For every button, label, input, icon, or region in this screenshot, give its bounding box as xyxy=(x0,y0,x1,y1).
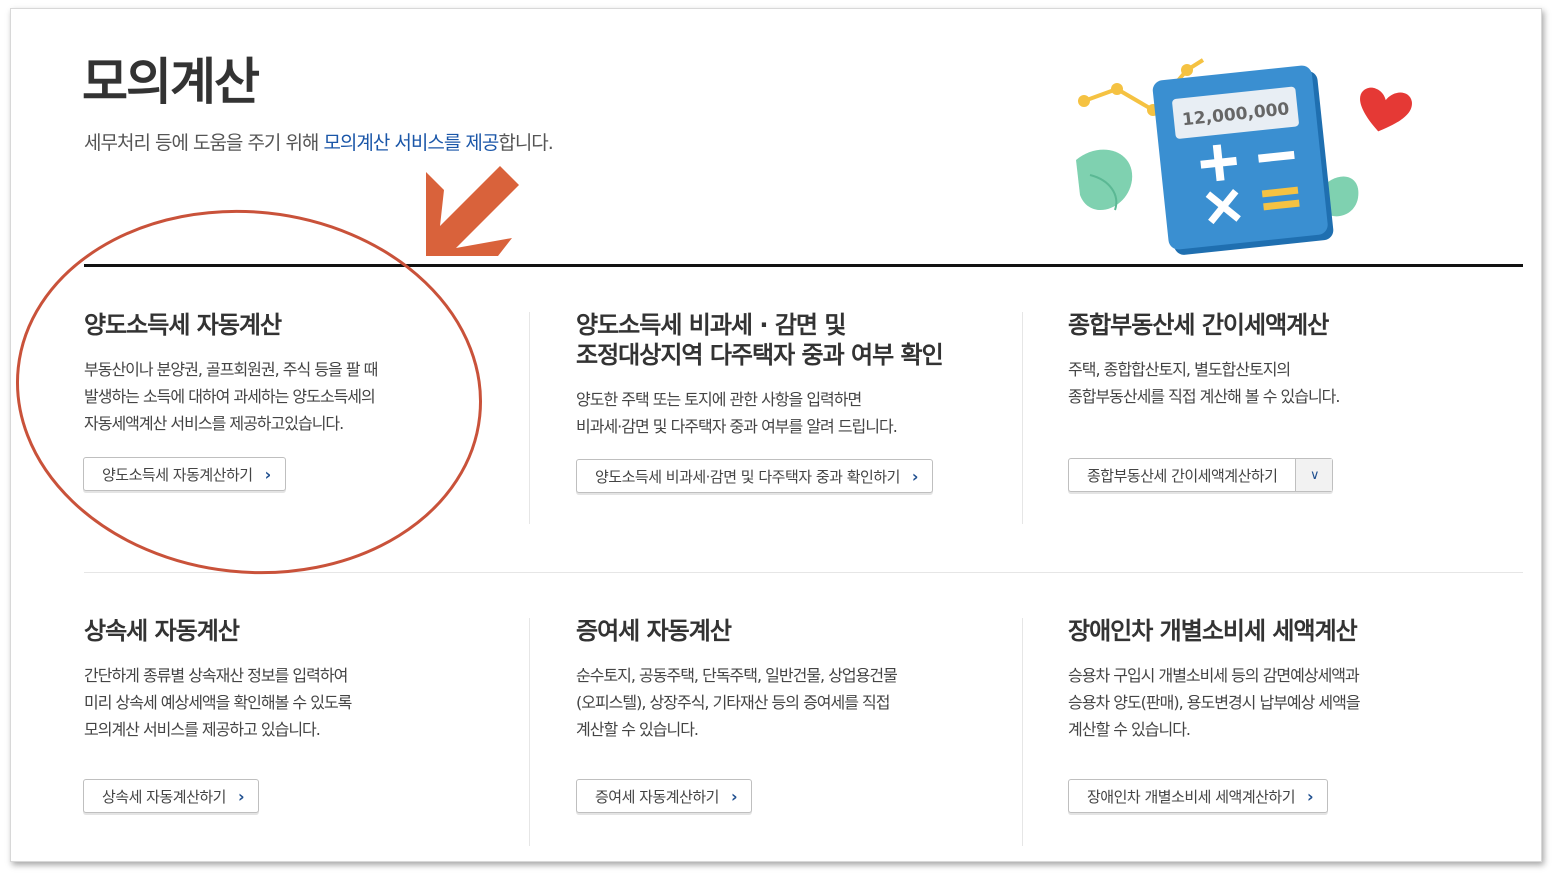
chevron-right-icon: › xyxy=(1307,786,1314,806)
real-estate-tax-calc-button[interactable]: 종합부동산세 간이세액계산하기 ∨ xyxy=(1068,458,1334,492)
card-comprehensive-real-estate-tax: 종합부동산세 간이세액계산 주택, 종합합산토지, 별도합산토지의 종합부동산세… xyxy=(1068,310,1488,410)
card-title: 장애인차 개별소비세 세액계산 xyxy=(1068,617,1358,645)
card-inheritance-tax: 상속세 자동계산 간단하게 종류별 상속재산 정보를 입력하여 미리 상속세 예… xyxy=(84,616,504,743)
chevron-right-icon: › xyxy=(237,786,245,806)
chevron-right-icon: › xyxy=(264,464,272,484)
card-title: 상속세 자동계산 xyxy=(84,617,240,645)
vehicle-tax-calc-button[interactable]: 장애인차 개별소비세 세액계산하기 › xyxy=(1068,779,1329,813)
gift-tax-calc-button[interactable]: 증여세 자동계산하기 › xyxy=(576,779,753,813)
card-disabled-vehicle-tax: 장애인차 개별소비세 세액계산 승용차 구입시 개별소비세 등의 감면예상세액과… xyxy=(1068,616,1508,743)
column-divider xyxy=(1022,312,1023,524)
chevron-right-icon: › xyxy=(911,466,919,486)
card-capital-gains-tax: 양도소득세 자동계산 부동산이나 분양권, 골프회원권, 주식 등을 팔 때 발… xyxy=(84,310,504,437)
page-title: 모의계산 xyxy=(82,53,260,111)
card-title: 종합부동산세 간이세액계산 xyxy=(1068,311,1329,339)
column-divider xyxy=(529,312,530,524)
exemption-check-button[interactable]: 양도소득세 비과세·감면 및 다주택자 중과 확인하기 › xyxy=(576,459,934,493)
chevron-right-icon: › xyxy=(730,786,738,806)
card-description: 양도한 주택 또는 토지에 관한 사항을 입력하면 비과세·감면 및 다주택자 … xyxy=(576,390,898,436)
intro-text: 세무처리 등에 도움을 주기 위해 xyxy=(84,132,324,154)
card-description: 주택, 종합합산토지, 별도합산토지의 종합부동산세를 직접 계산해 볼 수 있… xyxy=(1068,360,1340,406)
card-title: 증여세 자동계산 xyxy=(576,617,732,645)
card-description: 순수토지, 공동주택, 단독주택, 일반건물, 상업용건물 (오피스텔), 상장… xyxy=(576,666,898,739)
inheritance-calc-button[interactable]: 상속세 자동계산하기 › xyxy=(83,779,260,813)
card-description: 부동산이나 분양권, 골프회원권, 주식 등을 팔 때 발생하는 소득에 대하여… xyxy=(84,360,378,433)
column-divider xyxy=(529,618,530,846)
page-intro: 세무처리 등에 도움을 주기 위해 모의계산 서비스를 제공합니다. xyxy=(84,128,554,155)
card-gift-tax: 증여세 자동계산 순수토지, 공동주택, 단독주택, 일반건물, 상업용건물 (… xyxy=(576,616,1016,743)
card-title: 양도소득세 자동계산 xyxy=(84,311,282,339)
card-description: 간단하게 종류별 상속재산 정보를 입력하여 미리 상속세 예상세액을 확인해볼… xyxy=(84,666,352,739)
column-divider xyxy=(1022,618,1023,846)
card-description: 승용차 구입시 개별소비세 등의 감면예상세액과 승용차 양도(판매), 용도변… xyxy=(1068,666,1361,739)
capital-gains-calc-button[interactable]: 양도소득세 자동계산하기 › xyxy=(83,457,286,491)
header-divider xyxy=(84,264,1523,267)
card-capital-gains-exemption: 양도소득세 비과세 · 감면 및 조정대상지역 다주택자 중과 여부 확인 양도… xyxy=(576,310,1016,440)
intro-text-end: 합니다. xyxy=(498,132,553,154)
row-divider xyxy=(84,572,1523,573)
card-title: 양도소득세 비과세 · 감면 및 조정대상지역 다주택자 중과 여부 확인 xyxy=(576,311,944,369)
chevron-down-icon[interactable]: ∨ xyxy=(1295,459,1333,491)
intro-highlight: 모의계산 서비스를 제공 xyxy=(323,132,499,154)
